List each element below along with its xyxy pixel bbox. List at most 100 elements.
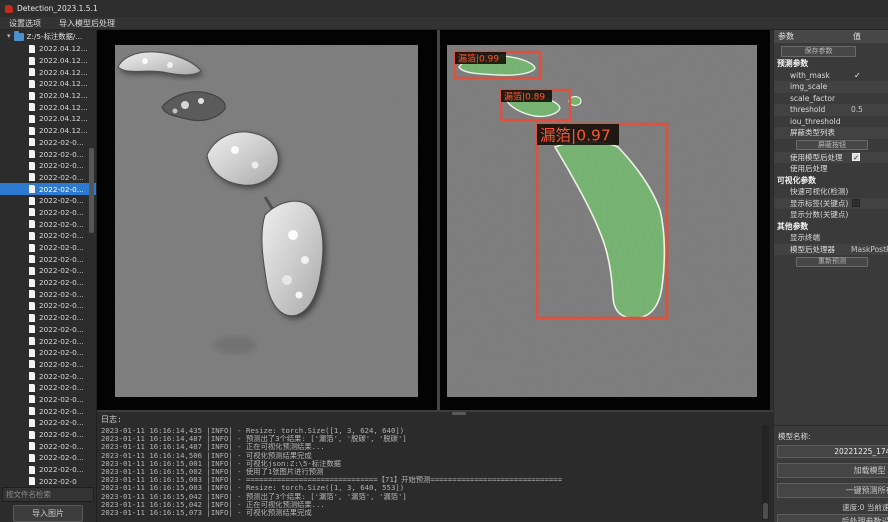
file-item[interactable]: 2022-02-0...: [0, 440, 96, 452]
file-item[interactable]: 2022-02-0...: [0, 335, 96, 347]
param-label: 使用模型后处理: [790, 152, 843, 163]
log-line: 2023-01-11 16:16:15,002 |INFO| - 使用了1张图片…: [101, 468, 759, 476]
image-viewer: 漏箔|0.99 漏箔|0.89 漏箔|0.97: [97, 30, 773, 410]
log-scrollbar[interactable]: [762, 425, 769, 520]
file-icon: [29, 325, 35, 333]
search-input[interactable]: [2, 487, 94, 502]
file-item[interactable]: 2022.04.12...: [0, 55, 96, 67]
file-item[interactable]: 2022-02-0...: [0, 148, 96, 160]
folder-icon: [14, 33, 24, 41]
file-item[interactable]: 2022-02-0...: [0, 300, 96, 312]
file-icon: [29, 57, 35, 65]
param-section-title: 其他参数: [774, 221, 888, 233]
file-icon: [29, 454, 35, 462]
menu-settings[interactable]: 设置选项: [0, 17, 50, 29]
file-item[interactable]: 2022-02-0...: [0, 195, 96, 207]
file-item[interactable]: 2022-02-0...: [0, 382, 96, 394]
tree-root-folder[interactable]: ▾ Z:/5-标注数据/...: [0, 30, 96, 43]
file-item[interactable]: 2022-02-0...: [0, 207, 96, 219]
load-model-button[interactable]: 加载模型: [777, 463, 888, 478]
file-item[interactable]: 2022-02-0...: [0, 347, 96, 359]
param-row[interactable]: iou_threshold: [774, 116, 888, 128]
file-list-scrollbar[interactable]: [89, 148, 94, 233]
save-params-button[interactable]: 保存参数: [781, 46, 856, 57]
file-item[interactable]: 2022-02-0...: [0, 253, 96, 265]
file-icon: [29, 349, 35, 357]
file-item[interactable]: 2022-02-0...: [0, 370, 96, 382]
file-item-label: 2022-02-0...: [39, 430, 84, 439]
file-icon: [29, 244, 35, 252]
file-icon: [29, 220, 35, 228]
file-item[interactable]: 2022-02-0...: [0, 137, 96, 149]
param-table-body: 保存参数 预测参数with_mask✓img_scalescale_factor…: [774, 43, 888, 425]
file-item[interactable]: 2022-02-0...: [0, 218, 96, 230]
predict-all-button[interactable]: 一键预测所有: [777, 483, 888, 498]
param-row[interactable]: 显示标签(关键点): [774, 198, 888, 210]
file-item[interactable]: 2022.04.12...: [0, 101, 96, 113]
file-item[interactable]: 2022-02-0...: [0, 277, 96, 289]
param-row[interactable]: scale_factor: [774, 93, 888, 105]
file-item[interactable]: 2022-02-0...: [0, 160, 96, 172]
detection-label: 漏箔|0.99: [455, 52, 506, 65]
param-label: scale_factor: [790, 94, 835, 103]
file-item[interactable]: 2022.04.12...: [0, 43, 96, 55]
log-scrollbar-thumb[interactable]: [763, 503, 768, 519]
file-item[interactable]: 2022-02-0...: [0, 312, 96, 324]
file-item-label: 2022-02-0...: [39, 383, 84, 392]
param-label: iou_threshold: [790, 117, 841, 126]
file-item-label: 2022-02-0...: [39, 266, 84, 275]
file-icon: [29, 232, 35, 240]
file-item[interactable]: 2022-02-0: [0, 475, 96, 485]
model-name-field[interactable]: 20221225_174813: [777, 445, 888, 458]
file-item[interactable]: 2022-02-0...: [0, 172, 96, 184]
file-item[interactable]: 2022.04.12...: [0, 66, 96, 78]
checkbox-empty[interactable]: [852, 199, 860, 207]
param-row[interactable]: 模型后处理器MaskPostPro: [774, 244, 888, 256]
file-icon: [29, 138, 35, 146]
file-item[interactable]: 2022-02-0...: [0, 405, 96, 417]
window-title: Detection_2023.1.5.1: [17, 4, 98, 13]
file-item[interactable]: 2022-02-0...: [0, 452, 96, 464]
param-action-button[interactable]: 重新预测: [796, 257, 868, 267]
log-lines[interactable]: 2023-01-11 16:16:14,435 |INFO| - Resize:…: [101, 427, 759, 517]
file-item[interactable]: 2022-02-0...: [0, 230, 96, 242]
file-item[interactable]: 2022.04.12...: [0, 78, 96, 90]
param-row[interactable]: 显示分数(关键点): [774, 209, 888, 221]
file-item-label: 2022-02-0...: [39, 442, 84, 451]
splitter-grip[interactable]: [452, 412, 466, 415]
param-row[interactable]: with_mask✓: [774, 70, 888, 82]
param-row[interactable]: 显示终端: [774, 232, 888, 244]
source-image-panel[interactable]: [97, 30, 437, 410]
file-item[interactable]: 2022-02-0...: [0, 242, 96, 254]
file-item[interactable]: 2022-02-0...: [0, 464, 96, 476]
file-item[interactable]: 2022-02-0...: [0, 429, 96, 441]
file-item[interactable]: 2022-02-0...: [0, 288, 96, 300]
file-icon: [29, 395, 35, 403]
param-action-button[interactable]: 屏蔽按钮: [796, 140, 868, 150]
file-item[interactable]: 2022-02-0...: [0, 265, 96, 277]
file-icon: [29, 442, 35, 450]
file-item[interactable]: 2022-02-0...: [0, 394, 96, 406]
checkmark-icon[interactable]: ✓: [854, 71, 861, 80]
file-item[interactable]: 2022-02-0...: [0, 183, 96, 195]
file-item[interactable]: 2022.04.12...: [0, 113, 96, 125]
checkbox-checked[interactable]: ✓: [852, 153, 860, 161]
prediction-image-panel[interactable]: 漏箔|0.99 漏箔|0.89 漏箔|0.97: [440, 30, 770, 410]
param-row[interactable]: 使用模型后处理 ✓: [774, 152, 888, 164]
menu-import-postprocess[interactable]: 导入模型后处理: [50, 17, 124, 29]
file-item[interactable]: 2022-02-0...: [0, 359, 96, 371]
file-item[interactable]: 2022.04.12...: [0, 125, 96, 137]
param-row[interactable]: 快速可视化(检测): [774, 186, 888, 198]
file-item[interactable]: 2022-02-0...: [0, 417, 96, 429]
param-row[interactable]: 屏蔽类型列表: [774, 127, 888, 139]
file-icon: [29, 290, 35, 298]
file-item[interactable]: 2022-02-0...: [0, 324, 96, 336]
import-images-button[interactable]: 导入图片: [13, 505, 83, 522]
param-row[interactable]: threshold0.5: [774, 104, 888, 116]
file-item[interactable]: 2022.04.12...: [0, 90, 96, 102]
param-row[interactable]: img_scale: [774, 81, 888, 93]
postprocess-settings-button[interactable]: 后处理参数设置: [777, 514, 888, 522]
param-sections: 预测参数with_mask✓img_scalescale_factorthres…: [774, 58, 888, 268]
file-icon: [29, 103, 35, 111]
param-row[interactable]: 使用后处理: [774, 163, 888, 175]
